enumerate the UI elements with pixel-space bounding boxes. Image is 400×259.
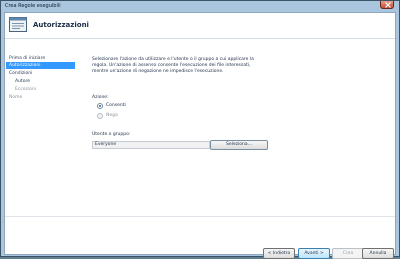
wizard-footer: < Indietro Avanti > Crea Annulla	[5, 216, 395, 259]
radio-button-unchecked[interactable]	[97, 112, 103, 119]
sidebar-item-autorizzazioni[interactable]: Autorizzazioni	[6, 62, 75, 69]
rules-window-icon	[9, 17, 27, 32]
next-button[interactable]: Avanti >	[298, 248, 330, 259]
back-button[interactable]: < Indietro	[263, 248, 295, 259]
radio-label-nega: Nega	[106, 113, 118, 118]
wizard-steps-sidebar: Prima di iniziare Autorizzazioni Condizi…	[5, 40, 75, 216]
wizard-header: Autorizzazioni	[5, 13, 395, 39]
radio-label-consenti: Consenti	[106, 103, 126, 108]
sidebar-item-eccezioni[interactable]: Eccezioni	[15, 86, 36, 93]
sidebar-item-condizioni[interactable]: Condizioni	[9, 70, 32, 77]
user-group-field: Everyone	[92, 141, 210, 149]
dialog-window: Crea Regole eseguibili Autorizzazioni Pr…	[0, 0, 400, 259]
user-group-label: Utente o gruppo:	[92, 132, 131, 137]
window-title: Crea Regole eseguibili	[5, 3, 61, 9]
close-icon	[385, 2, 391, 8]
page-title: Autorizzazioni	[33, 21, 89, 29]
action-label: Azione:	[92, 95, 109, 100]
sidebar-item-nome[interactable]: Nome	[9, 94, 22, 101]
select-button[interactable]: Seleziona...	[210, 140, 268, 150]
close-button[interactable]	[380, 1, 394, 9]
wizard-client-area: Autorizzazioni Prima di iniziare Autoriz…	[4, 12, 396, 259]
sidebar-item-prima-di-iniziare[interactable]: Prima di iniziare	[9, 55, 45, 62]
title-bar[interactable]: Crea Regole eseguibili	[1, 1, 399, 12]
create-button[interactable]: Crea	[332, 248, 364, 259]
radio-button-checked[interactable]	[97, 102, 103, 109]
cancel-button[interactable]: Annulla	[362, 248, 394, 259]
main-content: Selezionare l'azione da utilizzare e l'u…	[77, 40, 395, 216]
description-text: Selezionare l'azione da utilizzare e l'u…	[92, 57, 254, 74]
sidebar-item-autore[interactable]: Autore	[15, 78, 30, 85]
